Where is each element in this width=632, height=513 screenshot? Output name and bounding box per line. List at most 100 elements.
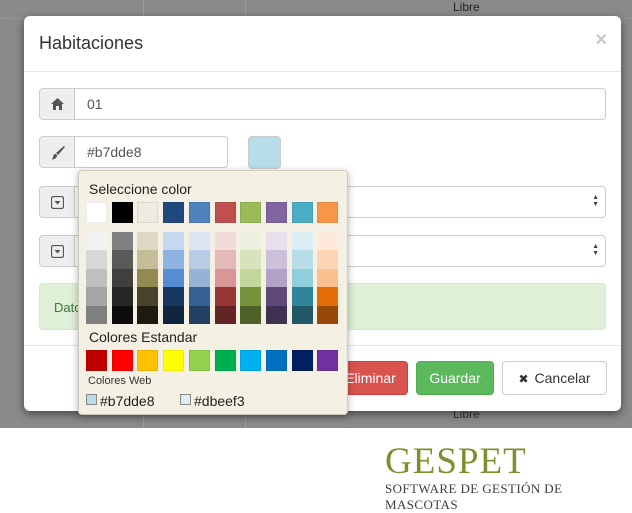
- shade-color-column: [188, 232, 210, 324]
- shade-color-swatch[interactable]: [240, 305, 262, 324]
- shade-color-swatch[interactable]: [291, 268, 313, 288]
- theme-color-swatch[interactable]: [137, 202, 159, 223]
- shade-color-swatch[interactable]: [111, 305, 133, 324]
- modal-header: Habitaciones ×: [24, 16, 621, 72]
- shade-color-swatch[interactable]: [214, 287, 236, 306]
- theme-color-swatch[interactable]: [317, 202, 339, 223]
- shade-color-swatch[interactable]: [317, 232, 339, 251]
- shade-color-swatch[interactable]: [163, 287, 185, 306]
- select-arrows-icon: ▲ ▼: [592, 243, 599, 257]
- web-color-item[interactable]: #dbeef3: [180, 393, 245, 409]
- shade-color-column: [163, 232, 185, 324]
- theme-color-swatch[interactable]: [214, 202, 236, 223]
- shade-color-swatch[interactable]: [240, 250, 262, 269]
- shade-color-swatch[interactable]: [317, 287, 339, 306]
- shade-color-swatch[interactable]: [291, 232, 313, 251]
- shade-color-swatch[interactable]: [317, 305, 339, 324]
- shade-color-swatch[interactable]: [265, 305, 287, 324]
- close-icon: ✖: [518, 372, 529, 386]
- standard-color-swatch[interactable]: [291, 350, 313, 371]
- standard-color-swatch[interactable]: [163, 350, 185, 371]
- standard-color-swatch[interactable]: [86, 350, 107, 371]
- theme-color-swatch[interactable]: [291, 202, 313, 223]
- shade-color-swatch[interactable]: [86, 305, 107, 324]
- shade-color-swatch[interactable]: [137, 305, 159, 324]
- theme-color-swatch[interactable]: [240, 202, 262, 223]
- shade-color-swatch[interactable]: [188, 232, 210, 251]
- shade-color-swatch[interactable]: [214, 268, 236, 288]
- shade-color-swatch[interactable]: [188, 268, 210, 288]
- color-hex-input[interactable]: #b7dde8: [75, 136, 228, 168]
- shade-color-swatch[interactable]: [214, 305, 236, 324]
- standard-color-swatch[interactable]: [188, 350, 210, 371]
- shade-color-swatch[interactable]: [163, 250, 185, 269]
- shade-color-swatch[interactable]: [86, 287, 107, 306]
- shade-color-swatch[interactable]: [240, 287, 262, 306]
- room-number-input[interactable]: 01: [75, 88, 606, 120]
- logo-wordmark: GESPET: [385, 441, 527, 482]
- shade-color-swatch[interactable]: [240, 232, 262, 251]
- web-color-swatch: [180, 394, 191, 405]
- cancel-button[interactable]: ✖ Cancelar: [502, 361, 607, 395]
- web-color-item[interactable]: #b7dde8: [86, 393, 155, 409]
- shade-color-swatch[interactable]: [188, 250, 210, 269]
- standard-color-swatch[interactable]: [137, 350, 159, 371]
- shade-color-swatch[interactable]: [265, 250, 287, 269]
- shade-color-swatch[interactable]: [291, 305, 313, 324]
- shade-color-swatch[interactable]: [317, 268, 339, 288]
- shade-color-swatch[interactable]: [214, 250, 236, 269]
- shade-color-swatch[interactable]: [291, 250, 313, 269]
- select-arrow-icon: [39, 235, 75, 267]
- shade-color-swatch[interactable]: [111, 268, 133, 288]
- standard-color-swatch[interactable]: [317, 350, 339, 371]
- web-color-label: #dbeef3: [194, 393, 245, 409]
- theme-color-swatch[interactable]: [163, 202, 185, 223]
- shade-color-swatch[interactable]: [137, 232, 159, 251]
- theme-color-swatch[interactable]: [86, 202, 107, 223]
- web-color-label: #b7dde8: [100, 393, 155, 409]
- shade-color-column: [317, 232, 339, 324]
- standard-color-swatch[interactable]: [111, 350, 133, 371]
- shade-color-swatch[interactable]: [111, 232, 133, 251]
- cancel-button-label: Cancelar: [534, 370, 591, 386]
- shade-color-column: [265, 232, 287, 324]
- shade-color-swatch[interactable]: [240, 268, 262, 288]
- save-button[interactable]: Guardar: [416, 361, 494, 395]
- shade-color-swatch[interactable]: [137, 268, 159, 288]
- shade-color-swatch[interactable]: [137, 250, 159, 269]
- shade-color-swatch[interactable]: [188, 287, 210, 306]
- theme-color-swatch[interactable]: [188, 202, 210, 223]
- select-arrow-icon: [39, 186, 75, 218]
- shade-color-swatch[interactable]: [163, 232, 185, 251]
- color-picker-title: Seleccione color: [89, 181, 192, 197]
- shade-color-swatch[interactable]: [214, 232, 236, 251]
- paint-brush-icon: [39, 136, 75, 168]
- shade-color-swatch[interactable]: [317, 250, 339, 269]
- theme-color-swatch[interactable]: [265, 202, 287, 223]
- shade-color-swatch[interactable]: [86, 250, 107, 269]
- theme-color-swatch[interactable]: [111, 202, 133, 223]
- shade-color-swatch[interactable]: [163, 268, 185, 288]
- color-picker-popover: Seleccione color Colores Estandar Colore…: [78, 170, 348, 415]
- modal-title: Habitaciones: [39, 33, 144, 53]
- background-status-label: Libre: [453, 0, 480, 14]
- shade-color-swatch[interactable]: [265, 287, 287, 306]
- shade-color-swatch[interactable]: [188, 305, 210, 324]
- shade-color-swatch[interactable]: [265, 268, 287, 288]
- shade-color-swatch[interactable]: [86, 232, 107, 251]
- color-preview-swatch[interactable]: [248, 136, 281, 169]
- standard-color-swatch[interactable]: [265, 350, 287, 371]
- close-icon[interactable]: ×: [595, 29, 607, 52]
- shade-color-swatch[interactable]: [291, 287, 313, 306]
- shade-color-swatch[interactable]: [86, 268, 107, 288]
- shade-color-swatch[interactable]: [265, 232, 287, 251]
- standard-color-swatch[interactable]: [240, 350, 262, 371]
- select-arrows-icon: ▲ ▼: [592, 194, 599, 208]
- standard-colors-title: Colores Estandar: [89, 329, 198, 345]
- shade-color-swatch[interactable]: [111, 250, 133, 269]
- shade-color-swatch[interactable]: [163, 305, 185, 324]
- standard-color-swatch[interactable]: [214, 350, 236, 371]
- shade-color-swatch[interactable]: [137, 287, 159, 306]
- shade-color-swatch[interactable]: [111, 287, 133, 306]
- web-colors-title: Colores Web: [88, 375, 152, 387]
